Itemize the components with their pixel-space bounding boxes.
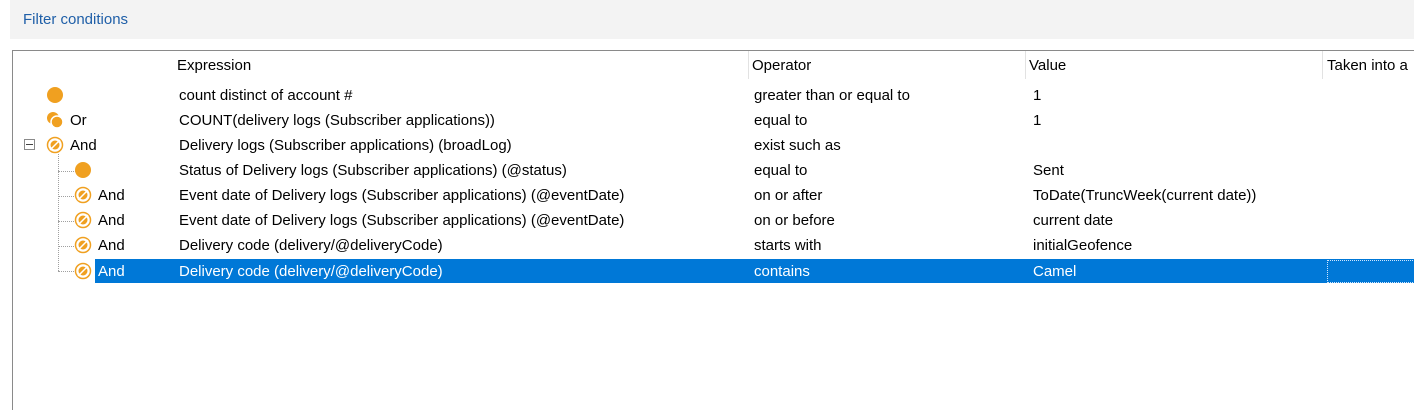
filter-conditions-header: Filter conditions xyxy=(10,0,1414,39)
condition-row[interactable]: Status of Delivery logs (Subscriber appl… xyxy=(13,158,1414,183)
combined-condition-icon xyxy=(74,186,92,204)
operator-cell: equal to xyxy=(754,112,808,129)
value-cell: current date xyxy=(1033,212,1114,229)
panel-title: Filter conditions xyxy=(23,11,129,28)
taken-into-account-cell[interactable] xyxy=(1327,260,1414,283)
expression-cell: Event date of Delivery logs (Subscriber … xyxy=(179,212,625,229)
operator-cell: equal to xyxy=(754,162,808,179)
logic-operator: And xyxy=(98,187,125,204)
operator-cell: starts with xyxy=(754,237,822,254)
expression-cell: Delivery code (delivery/@deliveryCode) xyxy=(179,237,443,254)
logic-operator: And xyxy=(98,263,125,280)
combined-condition-icon xyxy=(47,112,64,129)
condition-row[interactable]: count distinct of account # greater than… xyxy=(13,83,1414,108)
value-cell: ToDate(TruncWeek(current date)) xyxy=(1033,187,1257,204)
operator-cell: exist such as xyxy=(754,137,841,154)
value-cell: Sent xyxy=(1033,162,1064,179)
condition-row[interactable]: And Delivery logs (Subscriber applicatio… xyxy=(13,133,1414,158)
column-header-operator[interactable]: Operator xyxy=(748,57,811,81)
expression-cell: Status of Delivery logs (Subscriber appl… xyxy=(179,162,567,179)
operator-cell: on or after xyxy=(754,187,823,204)
conditions-grid[interactable]: Expression Operator Value Taken into a c… xyxy=(12,50,1414,410)
value-cell: 1 xyxy=(1033,87,1042,104)
condition-row[interactable]: Or COUNT(delivery logs (Subscriber appli… xyxy=(13,108,1414,133)
collapse-minus-icon[interactable] xyxy=(24,139,35,150)
condition-row[interactable]: And Delivery code (delivery/@deliveryCod… xyxy=(13,233,1414,258)
operator-cell: greater than or equal to xyxy=(754,87,910,104)
combined-condition-icon xyxy=(74,211,92,229)
orange-dot-icon xyxy=(47,87,63,103)
combined-condition-icon xyxy=(74,236,92,254)
expression-cell: Event date of Delivery logs (Subscriber … xyxy=(179,187,625,204)
column-headers: Expression Operator Value Taken into a xyxy=(13,51,1414,81)
operator-cell: on or before xyxy=(754,212,835,229)
condition-row[interactable]: And Event date of Delivery logs (Subscri… xyxy=(13,183,1414,208)
value-cell: 1 xyxy=(1033,112,1042,129)
logic-operator: And xyxy=(70,137,97,154)
orange-dot-icon xyxy=(75,162,91,178)
combined-condition-icon xyxy=(74,262,92,280)
logic-operator: And xyxy=(98,212,125,229)
expression-cell: COUNT(delivery logs (Subscriber applicat… xyxy=(179,112,495,129)
logic-operator: And xyxy=(98,237,125,254)
condition-row[interactable]: And Event date of Delivery logs (Subscri… xyxy=(13,208,1414,233)
column-header-value[interactable]: Value xyxy=(1025,57,1066,81)
operator-cell: contains xyxy=(754,263,810,280)
value-cell: Camel xyxy=(1033,263,1077,280)
logic-operator: Or xyxy=(70,112,87,129)
condition-row-selected[interactable]: And Delivery code (delivery/@deliveryCod… xyxy=(13,259,1414,284)
expression-cell: Delivery code (delivery/@deliveryCode) xyxy=(179,263,443,280)
combined-condition-icon xyxy=(46,136,64,154)
value-cell: initialGeofence xyxy=(1033,237,1133,254)
expression-cell: count distinct of account # xyxy=(179,87,353,104)
expression-cell: Delivery logs (Subscriber applications) … xyxy=(179,137,512,154)
column-header-taken-into-account[interactable]: Taken into a xyxy=(1323,57,1408,81)
column-header-expression[interactable]: Expression xyxy=(173,57,251,81)
